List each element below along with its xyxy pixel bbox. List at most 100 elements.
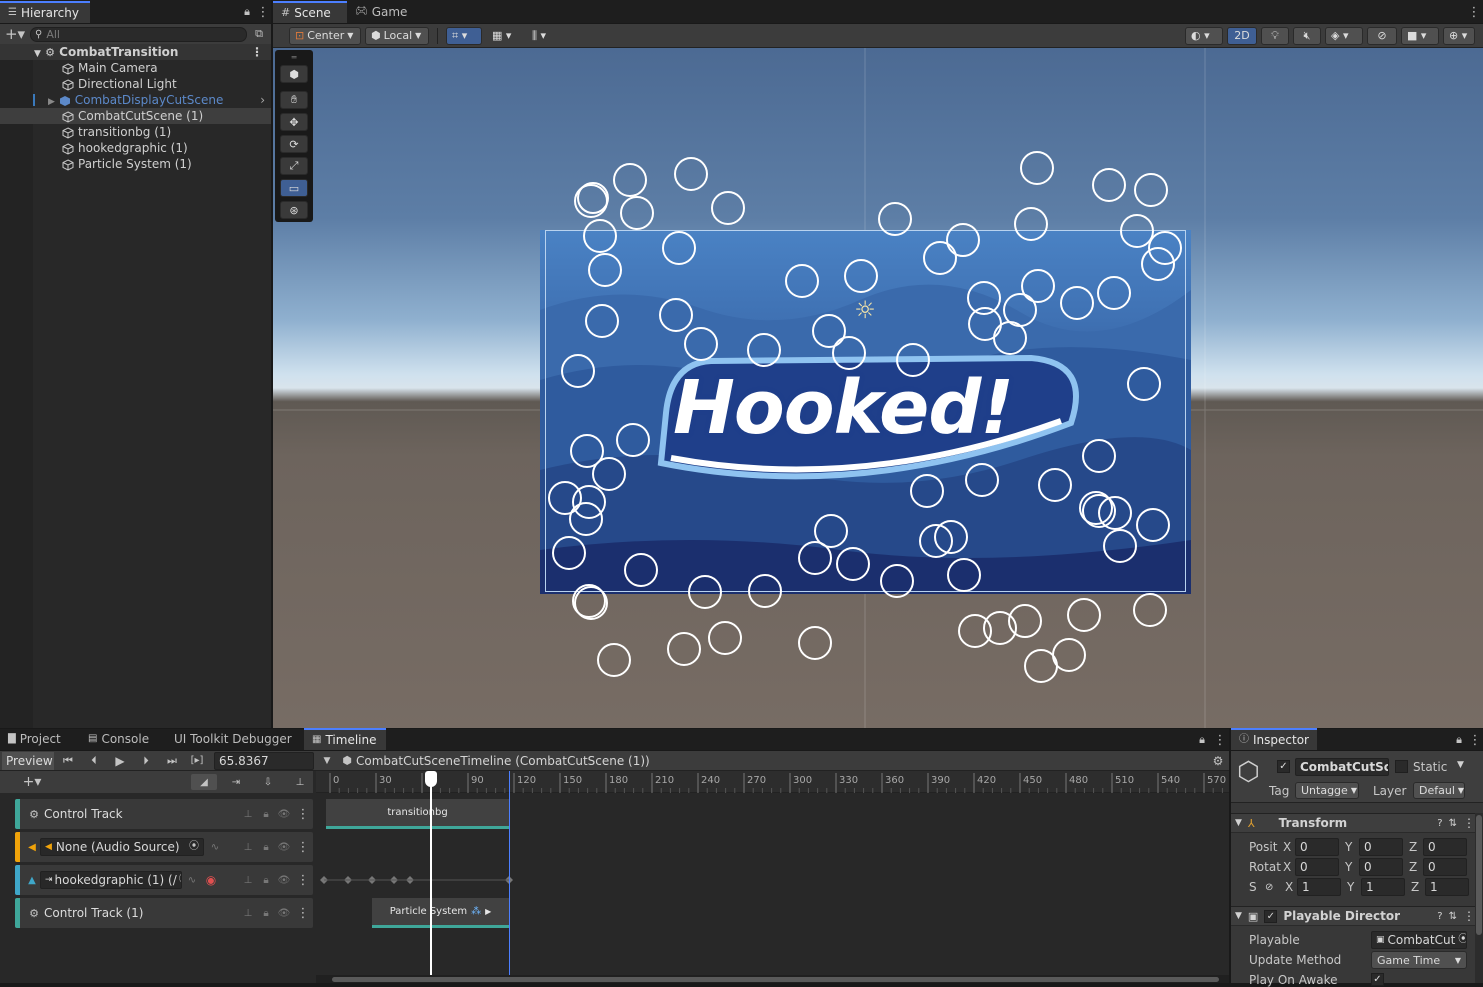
eye-icon[interactable]: 👁︎ [275, 875, 293, 886]
add-icon[interactable]: +▾ [4, 25, 26, 43]
effects-dropdown[interactable]: ◈ ▾ [1325, 26, 1363, 45]
pivot-dropdown[interactable]: ⊡ Center ▼ [289, 26, 361, 45]
lock-icon[interactable]: 🔒︎ [257, 809, 275, 820]
expand-arrow-icon[interactable]: ▼ [34, 49, 41, 59]
scrollbar-thumb[interactable] [332, 977, 1219, 982]
playable-field[interactable]: ▣ CombatCut ⦿ [1371, 931, 1467, 949]
object-name-field[interactable]: CombatCutSce [1295, 758, 1389, 776]
play-on-awake-checkbox[interactable]: ✓ [1371, 973, 1384, 986]
static-checkbox[interactable] [1395, 760, 1408, 773]
hierarchy-item-main-camera[interactable]: Main Camera [0, 60, 271, 76]
kebab-menu-icon[interactable]: ⋮ [293, 807, 313, 822]
lock-icon[interactable]: 🔒︎ [257, 842, 275, 853]
rotate-tool-icon[interactable]: ⟳ [280, 135, 308, 153]
hierarchy-item-hookedgraphic[interactable]: hookedgraphic (1) [0, 140, 271, 156]
kebab-menu-icon[interactable]: ⋮ [293, 840, 313, 855]
camera-dropdown[interactable]: ■ ▾ [1401, 26, 1439, 45]
constrain-proportions-icon[interactable]: ⊘ [1265, 882, 1283, 893]
track-animation-2[interactable]: ▲ ⇥ hookedgraphic (1) (/ ⦿ ∿ ◉ ⊥ 🔒︎ 👁︎ ⋮ [15, 865, 313, 895]
transform-header[interactable]: ▼ ⅄ Transform ? ⇅ ⋮ [1231, 813, 1483, 833]
timeline-asset-label[interactable]: CombatCutSceneTimeline (CombatCutScene (… [356, 754, 650, 768]
playhead[interactable] [424, 771, 437, 983]
foldout-arrow-icon[interactable]: ▼ [1235, 818, 1242, 828]
layer-dropdown[interactable]: Defaul ▼ [1413, 782, 1465, 799]
rect-tool-icon[interactable]: ▭ [280, 179, 308, 197]
scale-x-field[interactable]: 1 [1297, 878, 1341, 896]
pin-icon[interactable]: ⊥ [287, 777, 313, 788]
scene-menu-icon[interactable]: ⋮ [251, 44, 263, 60]
curves-icon[interactable]: ∿ [204, 842, 226, 853]
hierarchy-item-combat-cutscene[interactable]: CombatCutScene (1) [0, 108, 271, 124]
track-control-3[interactable]: ⚙ Control Track (1) ⊥ 🔒︎ 👁︎ ⋮ [15, 898, 313, 928]
kebab-menu-icon[interactable]: ⋮ [255, 1, 271, 23]
tab-console[interactable]: ▤ Console [80, 728, 166, 750]
kebab-menu-icon[interactable]: ⋮ [1463, 909, 1475, 923]
position-y-field[interactable]: 0 [1359, 838, 1403, 856]
play-icon[interactable]: ▶ [108, 754, 132, 768]
add-track-icon[interactable]: +▾ [18, 774, 46, 790]
goto-end-icon[interactable]: ⏭ [160, 754, 184, 768]
playable-director-header[interactable]: ▼ ▣ ✓ Playable Director ? ⇅ ⋮ [1231, 906, 1483, 926]
view-tool-icon[interactable]: ⬢ [280, 65, 308, 83]
grid-visibility-button[interactable]: ▦ ▾ [486, 26, 522, 45]
edit-mode-mix-icon[interactable]: ◢ [191, 774, 217, 790]
grid-snap-button[interactable]: ⌗ ▾ [446, 26, 482, 45]
audio-source-field[interactable]: ◀ None (Audio Source) ⦿ [40, 838, 204, 856]
chevron-right-icon[interactable]: › [260, 92, 265, 108]
space-dropdown[interactable]: ⬢ Local ▼ [365, 26, 429, 45]
kebab-menu-icon[interactable]: ⋮ [1467, 730, 1483, 750]
tab-hierarchy[interactable]: ☰ Hierarchy [0, 1, 90, 23]
dropdown-arrow-icon[interactable]: ▼ [1457, 760, 1464, 770]
rotation-y-field[interactable]: 0 [1359, 858, 1403, 876]
preview-button[interactable]: Preview [2, 751, 54, 770]
tab-inspector[interactable]: ⓘ Inspector [1231, 728, 1317, 750]
increment-snap-button[interactable]: ⫼ ▾ [526, 26, 562, 45]
kebab-menu-icon[interactable]: ⋮ [293, 906, 313, 921]
scale-y-field[interactable]: 1 [1361, 878, 1405, 896]
lane-1[interactable] [316, 832, 1229, 862]
hidden-objects-toggle[interactable]: ⊘ [1367, 26, 1397, 45]
kebab-menu-icon[interactable]: ⋮ [1211, 730, 1229, 750]
eye-icon[interactable]: 👁︎ [275, 908, 293, 919]
kebab-menu-icon[interactable]: ⋮ [293, 873, 313, 888]
gizmos-dropdown[interactable]: ⊕ ▾ [1443, 26, 1475, 45]
overlay-handle[interactable]: ═ [278, 53, 310, 63]
tab-timeline[interactable]: ▦ Timeline [304, 728, 386, 750]
update-method-dropdown[interactable]: Game Time ▼ [1371, 951, 1467, 969]
track-audio-1[interactable]: ◀ ◀ None (Audio Source) ⦿ ∿ ⊥ 🔒︎ 👁︎ ⋮ [15, 832, 313, 862]
object-picker-icon[interactable]: ⦿ [1458, 932, 1466, 948]
preset-icon[interactable]: ⇅ [1449, 911, 1457, 922]
hierarchy-item-combat-display-cutscene[interactable]: ▶ CombatDisplayCutScene › [0, 92, 271, 108]
track-control-0[interactable]: ⚙ Control Track ⊥ 🔒︎ 👁︎ ⋮ [15, 799, 313, 829]
lock-icon[interactable]: 🔒︎ [1451, 730, 1467, 750]
rotation-z-field[interactable]: 0 [1423, 858, 1467, 876]
scale-z-field[interactable]: 1 [1425, 878, 1469, 896]
expand-arrow-icon[interactable]: ▶ [48, 97, 55, 107]
scrollbar-thumb[interactable] [1476, 815, 1482, 935]
position-z-field[interactable]: 0 [1423, 838, 1467, 856]
curves-icon[interactable]: ∿ [182, 875, 202, 886]
tab-ui-toolkit-debugger[interactable]: UI Toolkit Debugger [166, 728, 304, 750]
scale-tool-icon[interactable]: ⤢ [280, 157, 308, 175]
position-x-field[interactable]: 0 [1295, 838, 1339, 856]
play-range-icon[interactable]: [▸] [186, 755, 208, 766]
lighting-toggle[interactable]: 💡︎ [1261, 26, 1289, 45]
timeline-scrollbar[interactable] [316, 975, 1229, 983]
lock-icon[interactable]: 🔒︎ [239, 1, 255, 23]
goto-start-icon[interactable]: ⏮ [56, 754, 80, 768]
hierarchy-item-directional-light[interactable]: Directional Light [0, 76, 271, 92]
edit-mode-ripple-icon[interactable]: ⇥ [223, 777, 249, 788]
help-icon[interactable]: ? [1437, 818, 1442, 829]
rotation-x-field[interactable]: 0 [1295, 858, 1339, 876]
panel-divider-vertical[interactable] [1229, 729, 1231, 983]
kebab-menu-icon[interactable]: ⋮ [1465, 1, 1483, 23]
audio-toggle[interactable]: 🔇︎ [1293, 26, 1321, 45]
edit-mode-replace-icon[interactable]: ⇩ [255, 777, 281, 788]
kebab-menu-icon[interactable]: ⋮ [1463, 816, 1475, 830]
tab-project[interactable]: ▇ Project [0, 728, 80, 750]
pin-icon[interactable]: ⊥ [239, 908, 257, 919]
eye-icon[interactable]: 👁︎ [275, 809, 293, 820]
component-enabled-checkbox[interactable]: ✓ [1264, 909, 1278, 923]
transform-tool-icon[interactable]: ⊛ [280, 201, 308, 219]
next-frame-icon[interactable]: ⏵ [134, 754, 158, 768]
